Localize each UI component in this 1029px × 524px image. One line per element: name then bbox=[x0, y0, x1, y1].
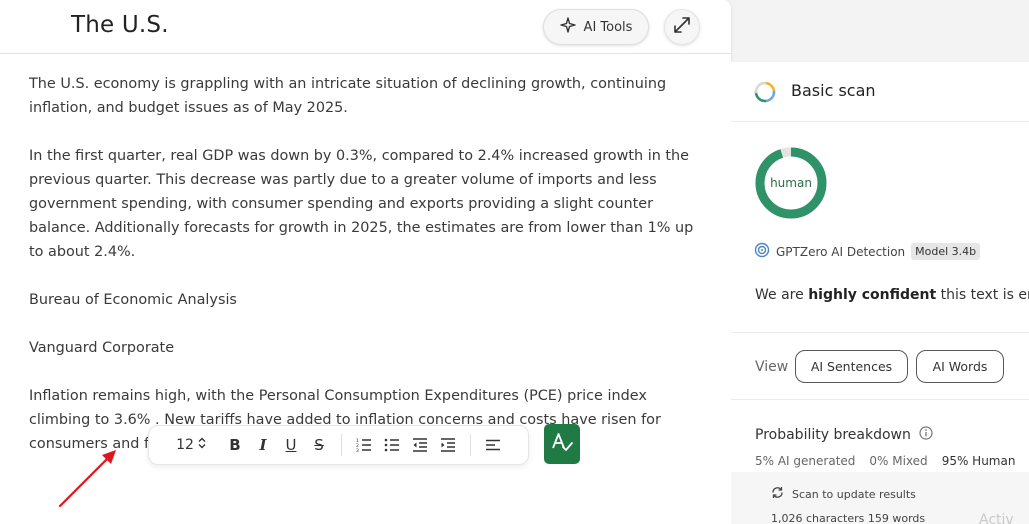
view-label: View bbox=[755, 359, 789, 375]
sparkle-icon bbox=[559, 17, 576, 37]
detector-row: GPTZero AI Detection Model 3.4b bbox=[754, 242, 981, 261]
confidence-suffix: this text is enti bbox=[940, 287, 1029, 303]
paragraph: In the first quarter, real GDP was down … bbox=[29, 148, 694, 260]
grammar-check-icon bbox=[551, 431, 573, 457]
paragraph: Bureau of Economic Analysis bbox=[29, 292, 237, 308]
bullet-list-icon[interactable] bbox=[378, 433, 406, 457]
paragraph: Vanguard Corporate bbox=[29, 340, 175, 356]
font-size-select[interactable]: 12 bbox=[161, 433, 221, 457]
detector-name: GPTZero AI Detection bbox=[776, 244, 906, 259]
confidence-prefix: We are bbox=[755, 287, 809, 303]
refresh-icon bbox=[771, 486, 784, 502]
confidence-text: We are highly confident this text is ent… bbox=[755, 287, 1029, 303]
scan-footer: Scan to update results 1,026 characters … bbox=[731, 472, 1029, 524]
scan-update-label: Scan to update results bbox=[792, 487, 916, 501]
result-label: human bbox=[770, 176, 812, 190]
view-options-row: View AI Sentences AI Words bbox=[731, 332, 1029, 400]
annotation-arrow bbox=[58, 450, 116, 508]
ai-generated-stat: 5% AI generated bbox=[755, 454, 856, 468]
mixed-stat: 0% Mixed bbox=[869, 454, 928, 468]
bold-icon[interactable]: B bbox=[221, 433, 249, 457]
model-badge: Model 3.4b bbox=[911, 243, 981, 260]
ai-words-button[interactable]: AI Words bbox=[916, 350, 1004, 383]
activation-watermark: Activ bbox=[979, 512, 1014, 524]
svg-text:3: 3 bbox=[356, 448, 359, 452]
strikethrough-icon[interactable]: S bbox=[305, 433, 333, 457]
probability-title-text: Probability breakdown bbox=[755, 427, 911, 443]
font-size-value: 12 bbox=[176, 437, 194, 453]
document-body[interactable]: The U.S. economy is grappling with an in… bbox=[29, 72, 709, 456]
ai-tools-label: AI Tools bbox=[583, 19, 633, 35]
stepper-icon bbox=[198, 437, 206, 453]
document-title[interactable]: The U.S. bbox=[71, 12, 169, 38]
toolbar-divider bbox=[341, 434, 342, 456]
underline-icon[interactable]: U bbox=[277, 433, 305, 457]
editor-header: The U.S. AI Tools bbox=[0, 0, 731, 54]
scan-panel: Basic scan human GPTZero AI Detection Mo… bbox=[731, 62, 1029, 472]
expand-icon bbox=[672, 15, 692, 39]
info-icon[interactable] bbox=[919, 426, 933, 444]
indent-icon[interactable] bbox=[434, 433, 462, 457]
numbered-list-icon[interactable]: 123 bbox=[350, 433, 378, 457]
probability-breakdown-title: Probability breakdown bbox=[755, 426, 933, 444]
probability-stats: 5% AI generated 0% Mixed 95% Human bbox=[755, 454, 1029, 468]
loading-spinner-icon bbox=[754, 81, 776, 107]
character-word-count: 1,026 characters 159 words bbox=[771, 512, 926, 524]
italic-icon[interactable]: I bbox=[249, 433, 277, 457]
paragraph: The U.S. economy is grappling with an in… bbox=[29, 76, 667, 116]
align-left-icon[interactable] bbox=[479, 433, 507, 457]
scan-header: Basic scan bbox=[731, 62, 1029, 122]
expand-button[interactable] bbox=[664, 9, 700, 45]
ai-tools-button[interactable]: AI Tools bbox=[543, 9, 649, 45]
toolbar-divider bbox=[470, 434, 471, 456]
human-stat: 95% Human bbox=[941, 454, 1016, 468]
outdent-icon[interactable] bbox=[406, 433, 434, 457]
confidence-strong: highly confident bbox=[808, 287, 937, 303]
formatting-toolbar: 12 B I U S 123 bbox=[148, 425, 529, 465]
scan-update-button[interactable]: Scan to update results bbox=[771, 486, 916, 502]
gptzero-logo-icon bbox=[754, 242, 770, 261]
ai-sentences-button[interactable]: AI Sentences bbox=[795, 350, 908, 383]
scan-title: Basic scan bbox=[791, 81, 876, 100]
grammar-check-button[interactable] bbox=[544, 424, 580, 464]
